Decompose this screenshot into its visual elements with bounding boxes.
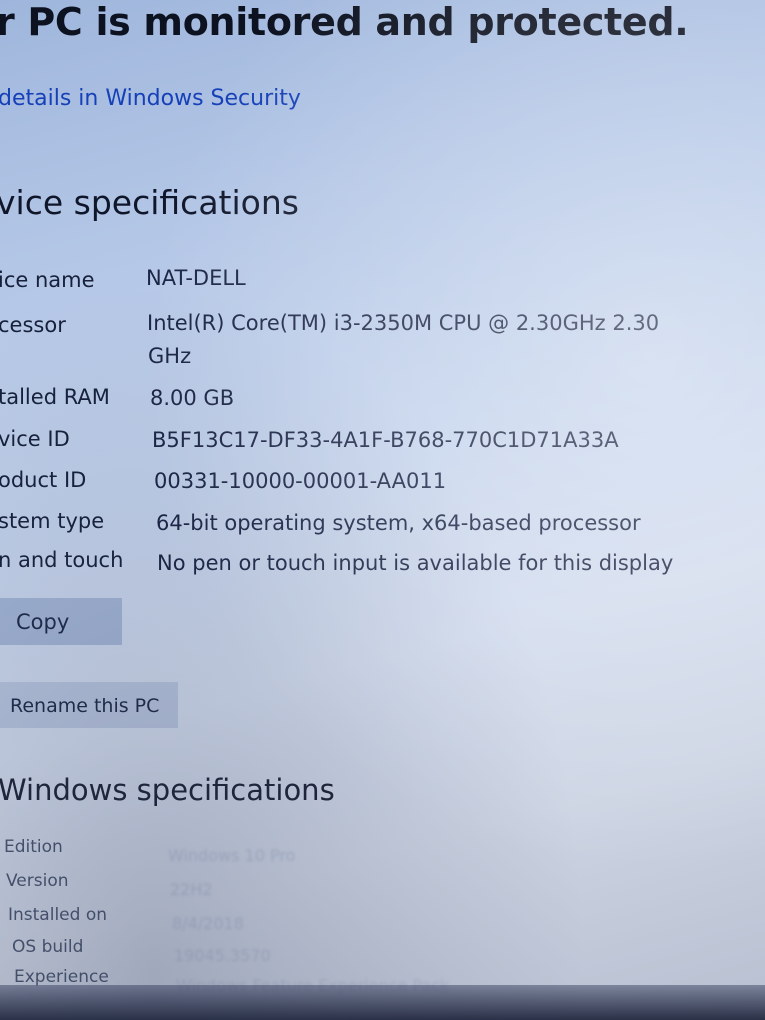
win-value-edition: Windows 10 Pro <box>168 846 296 865</box>
spec-value-system-type: 64-bit operating system, x64-based proce… <box>156 511 641 535</box>
protection-status-title: r PC is monitored and protected. <box>0 0 689 44</box>
spec-value-installed-ram: 8.00 GB <box>150 386 235 410</box>
spec-label-system-type: stem type <box>0 509 105 533</box>
spec-value-device-id: B5F13C17-DF33-4A1F-B768-770C1D71A33A <box>152 428 619 452</box>
win-value-installed-on: 8/4/2018 <box>172 914 244 933</box>
spec-label-device-id: vice ID <box>0 427 70 451</box>
spec-label-processor: cessor <box>0 313 66 337</box>
spec-value-pen-and-touch: No pen or touch input is available for t… <box>157 551 674 575</box>
windows-security-details-link[interactable]: details in Windows Security <box>0 86 301 111</box>
screen-glare-overlay <box>0 0 765 1020</box>
spec-label-installed-ram: talled RAM <box>0 385 110 409</box>
win-value-version: 22H2 <box>170 880 213 899</box>
spec-label-product-id: oduct ID <box>0 468 87 492</box>
win-value-os-build: 19045.3570 <box>174 946 271 965</box>
rename-pc-button[interactable]: Rename this PC <box>0 682 178 728</box>
spec-value-processor: Intel(R) Core(TM) i3-2350M CPU @ 2.30GHz… <box>147 311 660 335</box>
spec-label-device-name: ice name <box>0 268 95 292</box>
device-specifications-heading: vice specifications <box>0 183 299 222</box>
spec-value-product-id: 00331-10000-00001-AA011 <box>154 469 447 493</box>
windows-specifications-heading: Windows specifications <box>0 773 335 807</box>
taskbar-edge <box>0 985 765 1020</box>
spec-value-device-name: NAT-DELL <box>146 266 246 290</box>
win-label-installed-on: Installed on <box>8 905 108 925</box>
win-label-os-build: OS build <box>12 937 84 957</box>
win-label-version: Version <box>6 871 69 891</box>
copy-button[interactable]: Copy <box>0 598 122 645</box>
spec-label-pen-and-touch: n and touch <box>0 548 124 572</box>
win-label-edition: Edition <box>4 837 63 857</box>
win-label-experience: Experience <box>14 967 109 987</box>
spec-value-processor-cont: GHz <box>148 344 192 368</box>
